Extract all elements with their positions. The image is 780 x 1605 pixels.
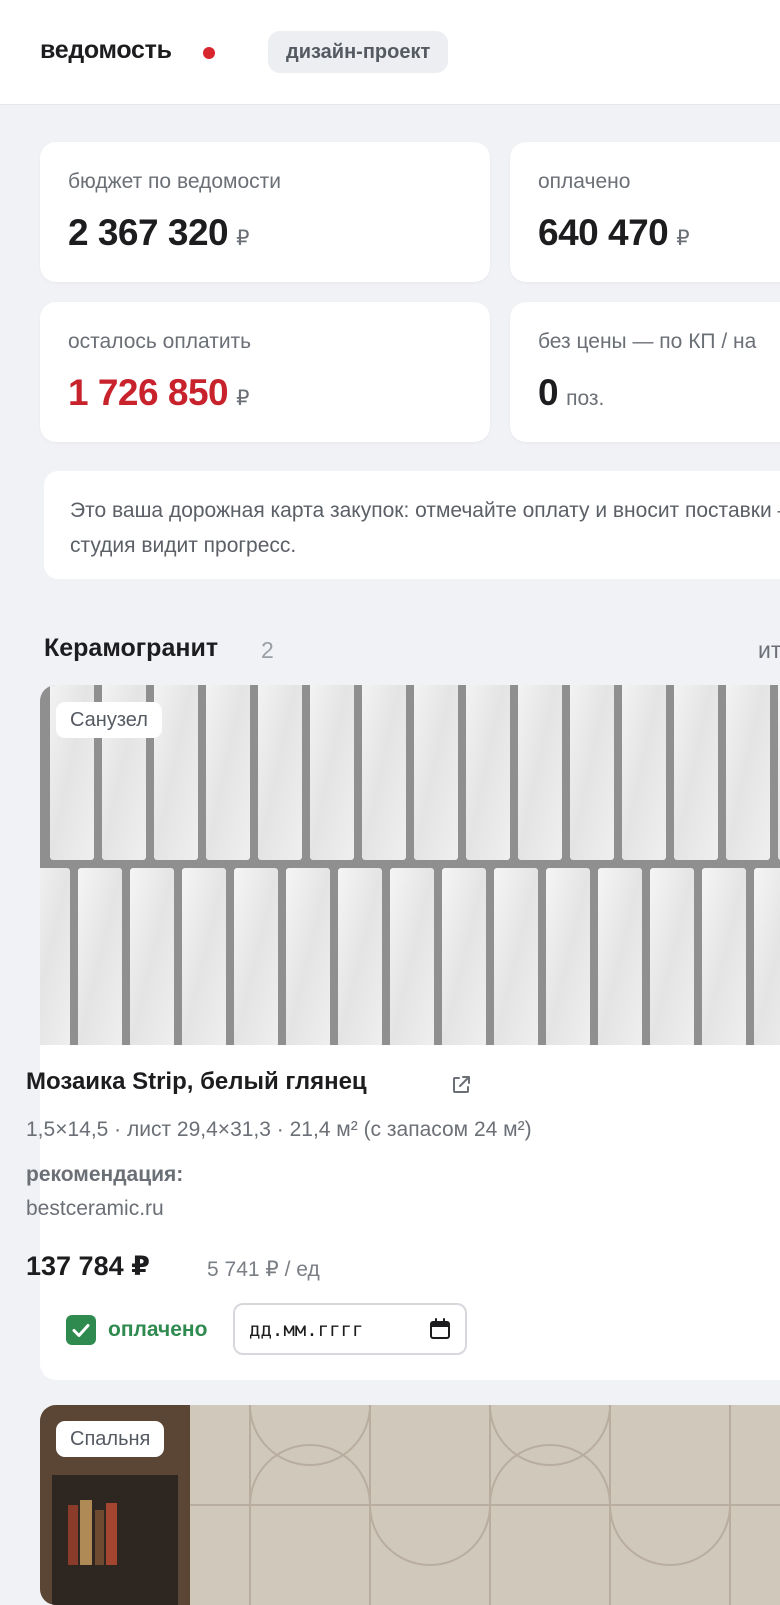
mosaic-tile	[206, 685, 250, 860]
stat-value: 640 470 ₽	[538, 212, 690, 253]
status-dot	[203, 47, 215, 59]
room-tag: Санузел	[56, 702, 162, 738]
section-total-label: ит	[758, 637, 780, 663]
mosaic-tile	[754, 868, 780, 1045]
mosaic-tile	[40, 868, 70, 1045]
mosaic-tile	[674, 685, 718, 860]
recommendation-label: рекомендация:	[26, 1163, 184, 1186]
stat-unpriced: без цены — по КП / на 0 поз.	[510, 302, 780, 442]
mosaic-tile	[598, 868, 642, 1045]
info-note-text: Это ваша дорожная карта закупок: отмечай…	[70, 499, 780, 557]
project-tag[interactable]: дизайн-проект	[268, 31, 449, 73]
mosaic-tile	[518, 685, 562, 860]
date-placeholder: дд.мм.гггг	[249, 1319, 364, 1341]
item-card: Санузел	[40, 685, 780, 1380]
mosaic-tile	[466, 685, 510, 860]
mosaic-tile	[286, 868, 330, 1045]
mosaic-tile	[442, 868, 486, 1045]
mosaic-tile	[310, 685, 354, 860]
item-price: 137 784 ₽	[26, 1251, 150, 1281]
stat-value: 0 поз.	[538, 372, 605, 413]
item-specs: 1,5×14,5 · лист 29,4×31,3 · 21,4 м² (с з…	[26, 1118, 532, 1141]
page-title: ведомость	[40, 36, 172, 64]
recommendation-source[interactable]: bestceramic.ru	[26, 1197, 164, 1221]
mosaic-tile-photo	[40, 685, 780, 1045]
mosaic-tile	[414, 685, 458, 860]
paid-label[interactable]: оплачено	[108, 1318, 207, 1342]
stat-label: без цены — по КП / на	[538, 330, 757, 353]
stat-value: 1 726 850 ₽	[68, 372, 250, 413]
stat-value: 2 367 320 ₽	[68, 212, 250, 253]
mosaic-tile	[182, 868, 226, 1045]
mosaic-tile	[702, 868, 746, 1045]
external-link-icon[interactable]	[450, 1074, 472, 1096]
info-note: Это ваша дорожная карта закупок: отмечай…	[44, 471, 780, 579]
mosaic-tile	[258, 685, 302, 860]
calendar-icon[interactable]	[429, 1318, 451, 1340]
item-unit-price: 5 741 ₽ / ед	[207, 1258, 320, 1281]
mosaic-tile	[78, 868, 122, 1045]
check-icon	[72, 1324, 90, 1337]
mosaic-tile	[494, 868, 538, 1045]
mosaic-tile	[234, 868, 278, 1045]
item-card: Спальня	[40, 1405, 780, 1605]
mosaic-tile	[650, 868, 694, 1045]
section-count: 2	[261, 637, 274, 663]
mosaic-tile	[130, 868, 174, 1045]
mosaic-tile	[622, 685, 666, 860]
mosaic-tile	[338, 868, 382, 1045]
stat-label: бюджет по ведомости	[68, 170, 281, 193]
stat-label: осталось оплатить	[68, 330, 252, 353]
top-bar: ведомость дизайн-проект	[0, 0, 780, 105]
payment-date-input[interactable]: дд.мм.гггг	[233, 1303, 467, 1355]
mosaic-tile	[546, 868, 590, 1045]
section-title: Керамогранит	[44, 634, 219, 662]
stat-label: оплачено	[538, 170, 631, 193]
mosaic-tile	[390, 868, 434, 1045]
room-tag: Спальня	[56, 1421, 165, 1457]
paid-checkbox[interactable]	[66, 1315, 96, 1345]
mosaic-tile	[726, 685, 770, 860]
stat-remaining: осталось оплатить 1 726 850 ₽	[40, 302, 490, 442]
stat-budget: бюджет по ведомости 2 367 320 ₽	[40, 142, 490, 282]
stat-paid: оплачено 640 470 ₽	[510, 142, 780, 282]
mosaic-tile	[570, 685, 614, 860]
item-title[interactable]: Мозаика Strip, белый глянец	[26, 1068, 367, 1096]
mosaic-tile	[362, 685, 406, 860]
